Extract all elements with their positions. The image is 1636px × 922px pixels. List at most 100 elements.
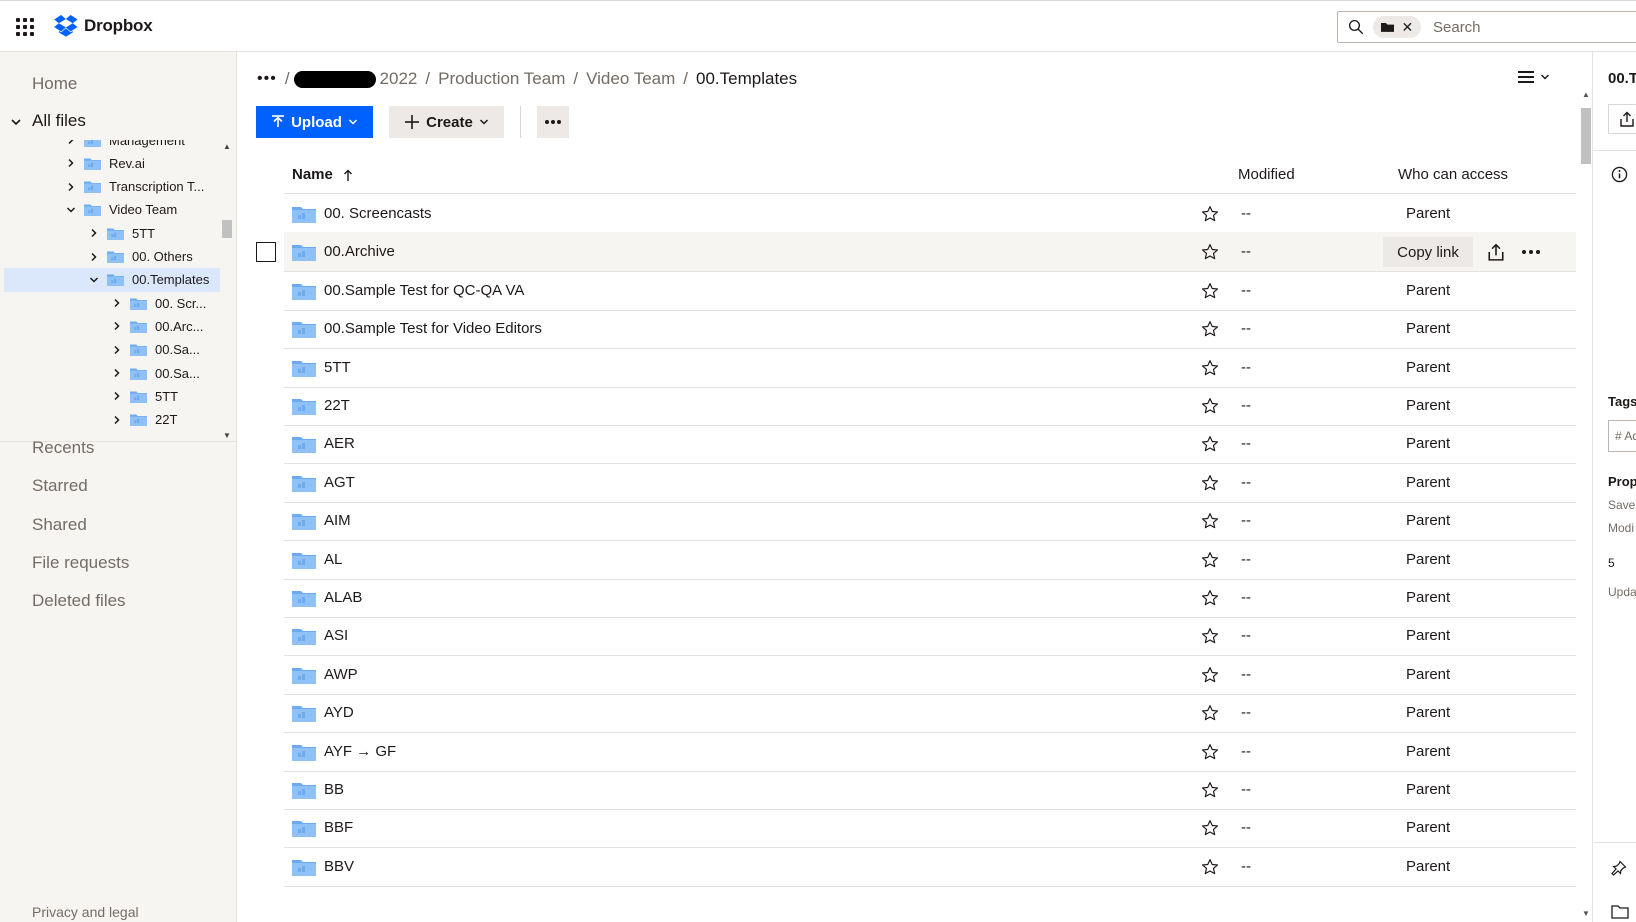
scroll-down-arrow-icon[interactable]: ▼ xyxy=(1582,909,1590,918)
folder-tree-item[interactable]: 00.Templates xyxy=(4,267,220,292)
file-name[interactable]: AL xyxy=(324,551,342,568)
sidebar-item-file-requests[interactable]: File requests xyxy=(32,553,129,573)
sidebar-item-all-files[interactable]: All files xyxy=(32,111,86,131)
sidebar-item-deleted-files[interactable]: Deleted files xyxy=(32,591,126,611)
table-row[interactable]: ALAB -- Parent xyxy=(256,578,1576,618)
file-name[interactable]: ALAB xyxy=(324,589,362,606)
scroll-up-arrow-icon[interactable]: ▲ xyxy=(223,142,231,151)
chevron-right-icon[interactable] xyxy=(66,158,76,168)
folder-tree-item[interactable]: Rev.ai xyxy=(4,151,220,175)
chevron-right-icon[interactable] xyxy=(112,321,122,331)
folder-tree-item[interactable]: 00.Arc... xyxy=(4,314,220,338)
add-tag-input[interactable]: # Ad xyxy=(1608,420,1636,452)
star-icon[interactable] xyxy=(1201,474,1219,492)
table-row[interactable]: 00.Sample Test for Video Editors -- Parent xyxy=(256,309,1576,350)
table-row[interactable]: 00. Screencasts -- Parent xyxy=(256,194,1576,234)
table-row[interactable]: AIM -- Parent xyxy=(256,501,1576,542)
table-row[interactable]: 5TT -- Parent xyxy=(256,348,1576,388)
chevron-right-icon[interactable] xyxy=(89,252,99,262)
table-row[interactable]: 22T -- Parent xyxy=(256,386,1576,426)
table-row[interactable]: BBV -- Parent xyxy=(256,847,1576,887)
file-name[interactable]: ASI xyxy=(324,627,348,644)
folder-tree-item[interactable]: 00.Sa... xyxy=(4,338,220,362)
file-name[interactable]: 5TT xyxy=(324,359,351,376)
file-name[interactable]: AYD xyxy=(324,704,354,721)
breadcrumb-item-year[interactable]: 2022 xyxy=(380,69,418,89)
folder-tree-item[interactable]: 5TT xyxy=(4,221,220,245)
table-row[interactable]: 00.Archive -- Copy link xyxy=(256,232,1576,273)
app-grid-icon[interactable] xyxy=(16,18,34,36)
scrollbar-thumb[interactable] xyxy=(222,220,232,238)
folder-tree-item[interactable]: 5TT xyxy=(4,384,220,408)
star-icon[interactable] xyxy=(1201,704,1219,722)
chevron-right-icon[interactable] xyxy=(112,298,122,308)
chevron-down-icon[interactable] xyxy=(10,116,22,128)
chevron-right-icon[interactable] xyxy=(66,140,76,145)
chevron-right-icon[interactable] xyxy=(112,368,122,378)
search-input[interactable] xyxy=(1433,18,1613,36)
chevron-right-icon[interactable] xyxy=(112,415,122,425)
folder-tree-item[interactable]: 00. Scr... xyxy=(4,291,220,315)
table-row[interactable]: AGT -- Parent xyxy=(256,463,1576,503)
file-name[interactable]: AER xyxy=(324,435,355,452)
file-name[interactable]: AYF → GF xyxy=(324,743,396,760)
breadcrumb-item-production-team[interactable]: Production Team xyxy=(438,69,565,89)
table-row[interactable]: AWP -- Parent xyxy=(256,655,1576,695)
sidebar-item-starred[interactable]: Starred xyxy=(32,476,88,496)
file-name[interactable]: BBV xyxy=(324,858,354,875)
star-icon[interactable] xyxy=(1201,282,1219,300)
star-icon[interactable] xyxy=(1201,551,1219,569)
table-row[interactable]: BB -- Parent xyxy=(256,770,1576,810)
breadcrumb-item-video-team[interactable]: Video Team xyxy=(586,69,675,89)
create-button[interactable]: Create xyxy=(389,106,504,138)
file-name[interactable]: AGT xyxy=(324,474,355,491)
folder-tree-scrollbar[interactable]: ▲ ▼ xyxy=(220,140,234,440)
star-icon[interactable] xyxy=(1201,397,1219,415)
view-mode-toggle[interactable] xyxy=(1518,70,1550,84)
dropbox-logo[interactable]: Dropbox xyxy=(54,15,153,37)
folder-tree-item[interactable]: 00. Others xyxy=(4,245,220,269)
row-checkbox[interactable] xyxy=(256,242,276,263)
chevron-right-icon[interactable] xyxy=(66,182,76,192)
column-header-modified[interactable]: Modified xyxy=(1238,166,1295,183)
scroll-down-arrow-icon[interactable]: ▼ xyxy=(223,431,231,440)
sidebar-item-shared[interactable]: Shared xyxy=(32,515,87,535)
more-actions-button[interactable] xyxy=(537,106,569,138)
file-name[interactable]: 00. Screencasts xyxy=(324,205,432,222)
search-box[interactable]: ✕ xyxy=(1337,11,1636,43)
table-row[interactable]: AER -- Parent xyxy=(256,424,1576,465)
star-icon[interactable] xyxy=(1201,205,1219,223)
search-scope-chip[interactable]: ✕ xyxy=(1373,16,1421,38)
sidebar-item-home[interactable]: Home xyxy=(32,74,77,94)
breadcrumb-more-icon[interactable]: ••• xyxy=(257,70,277,88)
copy-link-button[interactable]: Copy link xyxy=(1383,237,1473,268)
info-share-button[interactable] xyxy=(1608,104,1636,134)
privacy-legal-link[interactable]: Privacy and legal xyxy=(32,904,139,920)
star-icon[interactable] xyxy=(1201,435,1219,453)
chevron-right-icon[interactable] xyxy=(112,391,122,401)
chevron-down-icon[interactable] xyxy=(89,275,99,285)
folder-outline-icon[interactable] xyxy=(1611,904,1629,920)
star-icon[interactable] xyxy=(1201,666,1219,684)
table-row[interactable]: AYD -- Parent xyxy=(256,693,1576,734)
sidebar-item-recents[interactable]: Recents xyxy=(32,438,94,458)
file-name[interactable]: BB xyxy=(324,781,344,798)
chevron-right-icon[interactable] xyxy=(112,345,122,355)
file-name[interactable]: AWP xyxy=(324,666,358,683)
more-horizontal-icon[interactable] xyxy=(1521,243,1541,261)
folder-tree-item[interactable]: 22T xyxy=(4,408,220,432)
star-icon[interactable] xyxy=(1201,781,1219,799)
column-header-name[interactable]: Name xyxy=(292,166,353,183)
star-icon[interactable] xyxy=(1201,243,1219,261)
folder-tree-item[interactable]: Video Team xyxy=(4,198,220,222)
pin-icon[interactable] xyxy=(1611,860,1627,876)
star-icon[interactable] xyxy=(1201,819,1219,837)
star-icon[interactable] xyxy=(1201,320,1219,338)
table-row[interactable]: 00.Sample Test for QC-QA VA -- Parent xyxy=(256,271,1576,311)
chevron-down-icon[interactable] xyxy=(66,205,76,215)
folder-tree-item[interactable]: 00.Sa... xyxy=(4,361,220,385)
file-name[interactable]: 00.Archive xyxy=(324,243,395,260)
column-header-who-can-access[interactable]: Who can access xyxy=(1398,166,1508,183)
upload-button[interactable]: Upload xyxy=(256,106,373,138)
file-name[interactable]: BBF xyxy=(324,819,353,836)
